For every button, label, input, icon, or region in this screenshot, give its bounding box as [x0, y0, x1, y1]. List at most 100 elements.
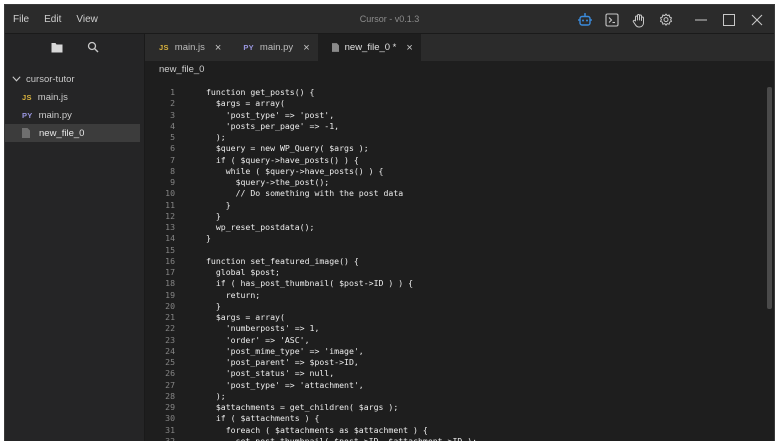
- tab-new-file-0[interactable]: new_file_0 * ×: [317, 34, 421, 61]
- tree-item-main-py[interactable]: PY main.py: [5, 106, 144, 124]
- code-line[interactable]: 22 'numberposts' => 1,: [145, 323, 766, 334]
- line-number: 23: [165, 334, 175, 345]
- line-number: 18: [165, 278, 175, 289]
- code-text: wp_reset_postdata();: [206, 222, 315, 232]
- bot-icon[interactable]: [576, 11, 594, 29]
- folder-icon[interactable]: [47, 37, 67, 57]
- code-line[interactable]: 10 // Do something with the post data: [145, 188, 766, 199]
- code-text: );: [206, 390, 226, 401]
- menu-bar: File Edit View: [13, 5, 113, 34]
- code-line[interactable]: 4 'posts_per_page' => -1,: [145, 121, 766, 132]
- code-text: }: [206, 233, 211, 244]
- code-line[interactable]: 20 }: [145, 301, 766, 312]
- code-line[interactable]: 13 wp_reset_postdata();: [145, 222, 766, 233]
- code-text: function set_featured_image() {: [206, 255, 359, 266]
- code-line[interactable]: 9 $query->the_post();: [145, 177, 766, 188]
- code-line[interactable]: 3 'post_type' => 'post',: [145, 110, 766, 121]
- code-line[interactable]: 28 );: [145, 391, 766, 402]
- code-line[interactable]: 19 return;: [145, 290, 766, 301]
- tab-main-py[interactable]: PY main.py ×: [229, 34, 317, 61]
- code-text: 'numberposts' => 1,: [206, 323, 320, 334]
- maximize-icon[interactable]: [716, 10, 742, 30]
- minimize-icon[interactable]: [688, 10, 714, 30]
- terminal-icon[interactable]: [603, 11, 621, 29]
- code-line[interactable]: 8 while ( $query->have_posts() ) {: [145, 166, 766, 177]
- tree-item-new-file-0[interactable]: new_file_0: [5, 124, 140, 142]
- code-line[interactable]: 12 }: [145, 211, 766, 222]
- js-file-icon: JS: [22, 92, 32, 102]
- code-text: function get_posts() {: [206, 87, 315, 97]
- code-line[interactable]: 7 if ( $query->have_posts() ) {: [145, 155, 766, 166]
- line-number: 13: [165, 222, 175, 232]
- code-line[interactable]: 16 function set_featured_image() {: [145, 256, 766, 267]
- line-number: 21: [165, 312, 175, 322]
- line-number: 24: [165, 345, 175, 356]
- code-text: }: [206, 199, 231, 210]
- js-file-icon: JS: [159, 43, 169, 52]
- code-line[interactable]: 29 $attachments = get_children( $args );: [145, 402, 766, 413]
- tab-bar: JS main.js × PY main.py × new_file_0 * ×: [145, 34, 774, 61]
- app-window: File Edit View Cursor - v0.1.3 cursor-tu…: [4, 4, 775, 441]
- vertical-scrollbar[interactable]: [767, 87, 772, 309]
- code-text: $args = array(: [206, 312, 285, 322]
- tab-label: new_file_0 *: [344, 42, 397, 53]
- close-tab-icon[interactable]: ×: [215, 42, 221, 54]
- code-line[interactable]: 15: [145, 245, 766, 256]
- close-tab-icon[interactable]: ×: [303, 42, 309, 54]
- tab-label: main.js: [174, 42, 205, 53]
- code-line[interactable]: 1 function get_posts() {: [145, 87, 766, 98]
- code-line[interactable]: 2 $args = array(: [145, 98, 766, 109]
- menu-view[interactable]: View: [76, 14, 98, 25]
- code-text: if ( has_post_thumbnail( $post->ID ) ) {: [206, 278, 414, 289]
- close-icon[interactable]: [744, 10, 770, 30]
- line-number: 10: [165, 188, 175, 199]
- py-file-icon: PY: [243, 43, 254, 52]
- code-line[interactable]: 5 );: [145, 132, 766, 143]
- code-line[interactable]: 27 'post_type' => 'attachment',: [145, 380, 766, 391]
- code-line[interactable]: 23 'order' => 'ASC',: [145, 335, 766, 346]
- line-number: 4: [170, 120, 175, 131]
- code-line[interactable]: 18 if ( has_post_thumbnail( $post->ID ) …: [145, 278, 766, 289]
- line-number: 22: [165, 323, 175, 334]
- code-text: 'posts_per_page' => -1,: [206, 120, 340, 131]
- code-line[interactable]: 17 global $post;: [145, 267, 766, 278]
- menu-edit[interactable]: Edit: [44, 14, 61, 25]
- gear-icon[interactable]: [657, 11, 675, 29]
- toolbar-icons: [576, 11, 684, 29]
- menu-file[interactable]: File: [13, 14, 29, 25]
- code-line[interactable]: 26 'post_status' => null,: [145, 368, 766, 379]
- code-text: 'post_type' => 'post',: [206, 109, 335, 120]
- code-text: $query = new WP_Query( $args );: [206, 143, 369, 154]
- file-icon: [22, 128, 30, 138]
- code-text: foreach ( $attachments as $attachment ) …: [206, 424, 428, 435]
- title-bar: File Edit View Cursor - v0.1.3: [5, 5, 774, 34]
- line-number: 32: [165, 435, 175, 441]
- code-line[interactable]: 11 }: [145, 200, 766, 211]
- code-line[interactable]: 30 if ( $attachments ) {: [145, 413, 766, 424]
- code-line[interactable]: 32 set_post_thumbnail( $post->ID, $attac…: [145, 436, 766, 441]
- code-line[interactable]: 14}: [145, 233, 766, 244]
- code-line[interactable]: 24 'post_mime_type' => 'image',: [145, 346, 766, 357]
- hand-icon[interactable]: [630, 11, 648, 29]
- code-line[interactable]: 21 $args = array(: [145, 312, 766, 323]
- code-text: 'post_mime_type' => 'image',: [206, 345, 364, 356]
- line-number: 11: [165, 199, 175, 210]
- line-number: 3: [170, 109, 175, 120]
- line-number: 6: [170, 143, 175, 154]
- tree-root-folder[interactable]: cursor-tutor: [5, 70, 144, 88]
- code-line[interactable]: 25 'post_parent' => $post->ID,: [145, 357, 766, 368]
- tree-item-main-js[interactable]: JS main.js: [5, 88, 144, 106]
- tab-main-js[interactable]: JS main.js ×: [145, 34, 229, 61]
- code-text: 'post_status' => null,: [206, 368, 335, 379]
- code-area[interactable]: 1 function get_posts() {2 $args = array(3…: [145, 87, 766, 441]
- line-number: 2: [170, 98, 175, 109]
- sidebar: cursor-tutor JS main.js PY main.py new_f…: [5, 34, 145, 441]
- code-line[interactable]: 31 foreach ( $attachments as $attachment…: [145, 425, 766, 436]
- code-text: $args = array(: [206, 98, 285, 109]
- code-line[interactable]: 6 $query = new WP_Query( $args );: [145, 143, 766, 154]
- breadcrumb[interactable]: new_file_0: [145, 61, 774, 79]
- close-tab-icon[interactable]: ×: [406, 42, 412, 54]
- search-icon[interactable]: [83, 37, 103, 57]
- code-text: $query->the_post();: [206, 177, 330, 187]
- py-file-icon: PY: [22, 110, 33, 120]
